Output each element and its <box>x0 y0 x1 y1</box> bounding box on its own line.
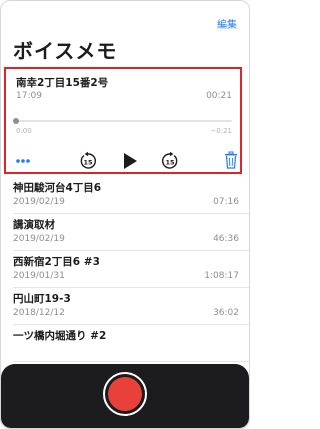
record-icon <box>108 377 142 411</box>
recording-duration: 07:16 <box>213 197 239 207</box>
voice-memos-screen: 編集 ボイスメモ 南幸2丁目15番2号 17:09 00:21 0:00 −0:… <box>0 0 250 429</box>
skip-back-15-icon[interactable]: 15 <box>78 151 98 171</box>
recording-name: 講演取材 <box>13 219 55 231</box>
recording-date: 2019/02/19 <box>13 197 65 207</box>
expanded-recording-player: 南幸2丁目15番2号 17:09 00:21 0:00 −0:21 15 15 <box>4 67 242 174</box>
trash-icon[interactable] <box>224 151 238 169</box>
record-button[interactable] <box>103 372 147 416</box>
page-title: ボイスメモ <box>13 39 118 63</box>
recording-row[interactable]: 円山町19-3 2018/12/12 36:02 <box>13 288 249 325</box>
recording-date: 2019/01/31 <box>13 271 65 281</box>
skip-back-seconds: 15 <box>83 158 93 166</box>
recording-duration: 46:36 <box>213 234 239 244</box>
play-icon[interactable] <box>120 151 140 171</box>
recording-duration: 1:08:17 <box>204 271 239 281</box>
scrubber-handle[interactable] <box>13 118 19 124</box>
recording-row[interactable]: 講演取材 2019/02/19 46:36 <box>13 214 249 251</box>
top-bar: 編集 <box>217 13 237 32</box>
ellipsis-icon[interactable] <box>15 157 31 165</box>
recording-name: 円山町19-3 <box>13 293 71 305</box>
playback-controls: 15 15 <box>6 151 240 171</box>
record-bar <box>1 364 249 428</box>
recording-title[interactable]: 南幸2丁目15番2号 <box>16 75 108 90</box>
recording-row[interactable]: 西新宿2丁目6 #3 2019/01/31 1:08:17 <box>13 251 249 288</box>
recording-date: 2018/12/12 <box>13 308 65 318</box>
recording-date: 17:09 <box>16 91 42 101</box>
recording-name: 一ツ橋内堀通り #2 <box>13 330 107 342</box>
recordings-list: 神田駿河台4丁目6 2019/02/19 07:16 講演取材 2019/02/… <box>1 177 249 362</box>
recording-row[interactable]: 一ツ橋内堀通り #2 <box>13 325 249 362</box>
recording-row[interactable]: 神田駿河台4丁目6 2019/02/19 07:16 <box>13 177 249 214</box>
edit-button[interactable]: 編集 <box>217 16 237 31</box>
elapsed-time: 0:00 <box>16 127 32 135</box>
recording-name: 神田駿河台4丁目6 <box>13 182 102 194</box>
skip-forward-15-icon[interactable]: 15 <box>160 151 180 171</box>
playback-scrubber[interactable] <box>13 118 232 124</box>
recording-duration: 36:02 <box>213 308 239 318</box>
recording-duration: 00:21 <box>206 91 232 101</box>
remaining-time: −0:21 <box>210 127 232 135</box>
recording-name: 西新宿2丁目6 #3 <box>13 256 100 268</box>
skip-forward-seconds: 15 <box>165 158 175 166</box>
recording-date: 2019/02/19 <box>13 234 65 244</box>
